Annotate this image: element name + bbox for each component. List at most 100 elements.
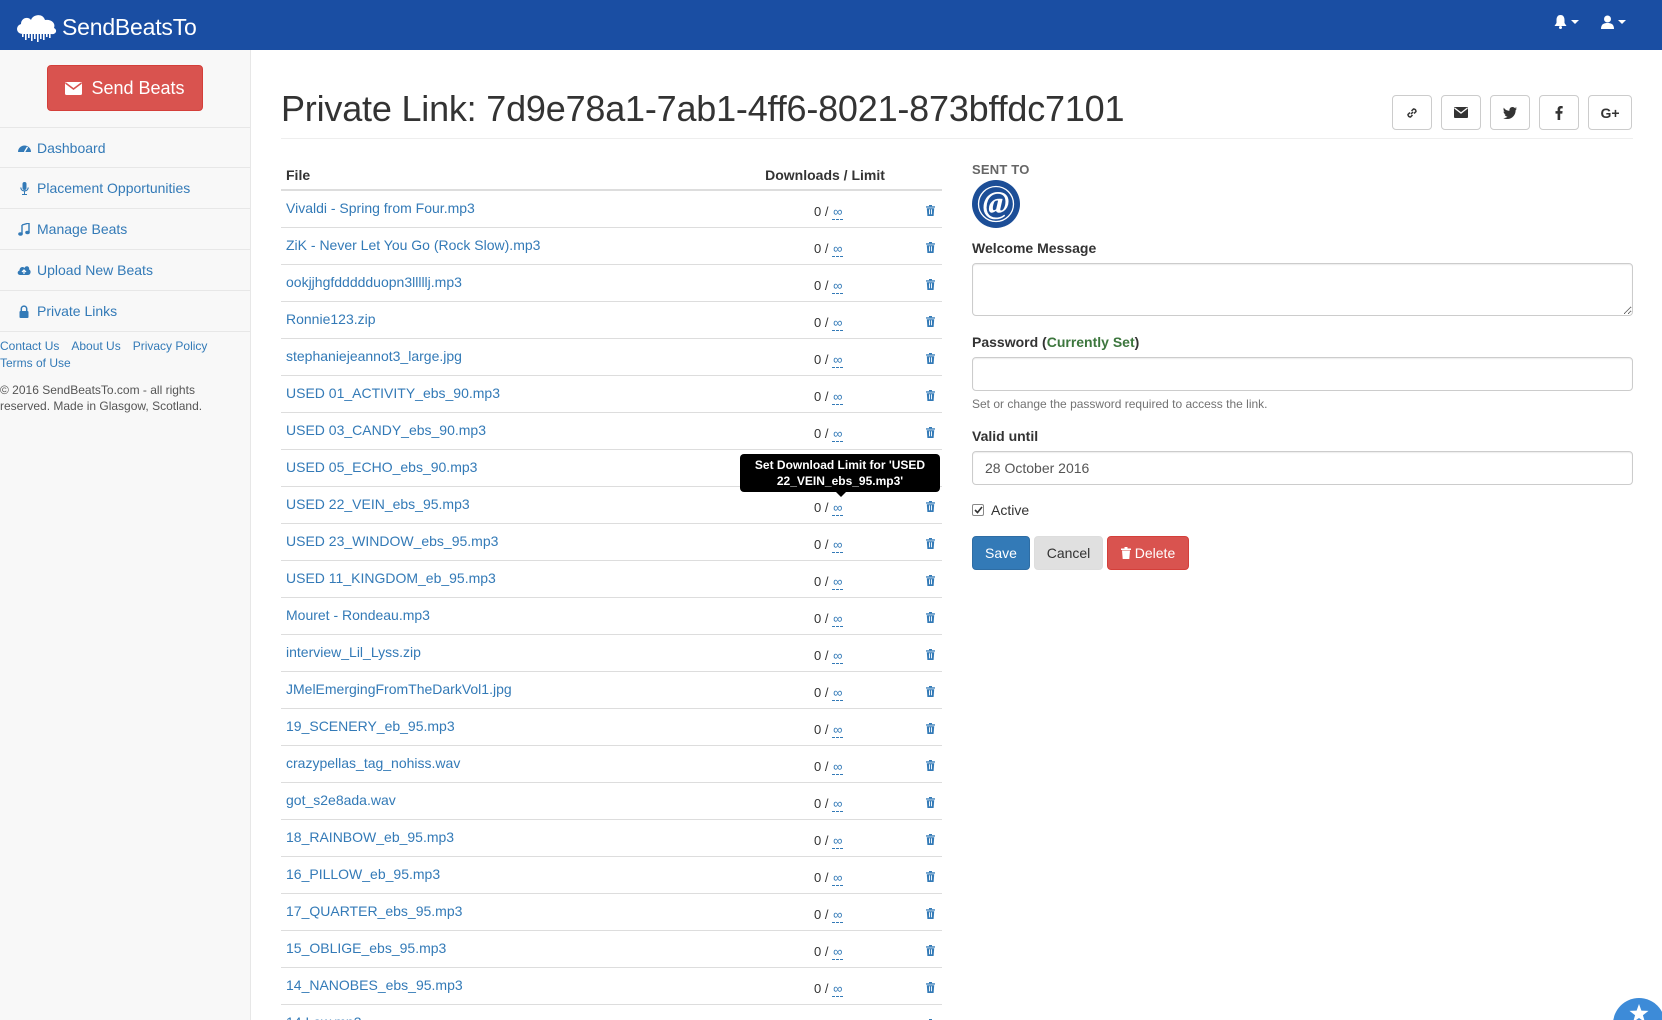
copy-link-button[interactable] [1392,95,1432,130]
download-limit-editable[interactable]: ∞ [832,907,844,923]
share-google-plus-button[interactable]: G+ [1588,95,1632,130]
save-button[interactable]: Save [972,536,1030,570]
at-sign-icon: @ [977,184,1015,223]
file-link[interactable]: USED 03_CANDY_ebs_90.mp3 [286,422,486,438]
download-limit-editable[interactable]: ∞ [832,278,844,294]
trash-icon[interactable] [926,832,935,848]
active-checkbox[interactable] [972,504,984,516]
download-limit-editable[interactable]: ∞ [832,204,844,220]
download-limit-editable[interactable]: ∞ [832,648,844,664]
download-limit-editable[interactable]: ∞ [832,352,844,368]
file-link[interactable]: crazypellas_tag_nohiss.wav [286,755,460,771]
download-limit-editable[interactable]: ∞ [832,426,844,442]
file-link[interactable]: 18_RAINBOW_eb_95.mp3 [286,829,454,845]
download-count: 0 [814,796,822,811]
trash-icon[interactable] [926,943,935,959]
file-link[interactable]: Ronnie123.zip [286,311,376,327]
download-limit-editable[interactable]: ∞ [832,759,844,775]
file-link[interactable]: JMelEmergingFromTheDarkVol1.jpg [286,681,512,697]
feedback-star-button[interactable] [1613,998,1662,1020]
trash-icon[interactable] [926,758,935,774]
top-navbar: SendBeatsTo [0,0,1662,50]
file-link[interactable]: 17_QUARTER_ebs_95.mp3 [286,903,462,919]
sidebar-item-placement-opportunities[interactable]: Placement Opportunities [0,168,250,209]
file-link[interactable]: 15_OBLIGE_ebs_95.mp3 [286,940,446,956]
file-link[interactable]: 16_PILLOW_eb_95.mp3 [286,866,440,882]
share-twitter-button[interactable] [1490,95,1530,130]
file-link[interactable]: USED 05_ECHO_ebs_90.mp3 [286,459,477,475]
sidebar-item-manage-beats[interactable]: Manage Beats [0,209,250,250]
sidebar-item-private-links[interactable]: Private Links [0,291,250,332]
trash-icon[interactable] [926,647,935,663]
file-link[interactable]: USED 23_WINDOW_ebs_95.mp3 [286,533,498,549]
file-link[interactable]: ookjjhgfddddduopn3lllllj.mp3 [286,274,462,290]
contact-us-link[interactable]: Contact Us [0,339,59,353]
share-email-button[interactable] [1441,95,1481,130]
trash-icon[interactable] [926,314,935,330]
download-limit-editable[interactable]: ∞ [832,611,844,627]
trash-icon[interactable] [926,203,935,219]
download-limit-editable[interactable]: ∞ [832,722,844,738]
download-limit-editable[interactable]: ∞ [832,241,844,257]
trash-icon[interactable] [926,351,935,367]
file-link[interactable]: interview_Lil_Lyss.zip [286,644,421,660]
file-link[interactable]: Vivaldi - Spring from Four.mp3 [286,200,475,216]
trash-icon[interactable] [926,499,935,515]
file-link[interactable]: USED 11_KINGDOM_eb_95.mp3 [286,570,496,586]
download-limit-editable[interactable]: ∞ [832,500,844,516]
cancel-button[interactable]: Cancel [1034,536,1103,570]
privacy-policy-link[interactable]: Privacy Policy [133,339,208,353]
file-link[interactable]: stephaniejeannot3_large.jpg [286,348,462,364]
download-limit-editable[interactable]: ∞ [832,685,844,701]
file-link[interactable]: Mouret - Rondeau.mp3 [286,607,430,623]
download-limit-editable[interactable]: ∞ [832,981,844,997]
delete-button[interactable]: Delete [1107,536,1189,570]
download-limit-editable[interactable]: ∞ [832,870,844,886]
trash-icon[interactable] [926,795,935,811]
link-icon [1407,107,1417,118]
download-limit-editable[interactable]: ∞ [832,315,844,331]
send-beats-button[interactable]: Send Beats [47,65,203,111]
valid-until-label: Valid until [972,428,1039,444]
share-facebook-button[interactable] [1539,95,1579,130]
terms-of-use-link[interactable]: Terms of Use [0,356,71,370]
file-link[interactable]: USED 01_ACTIVITY_ebs_90.mp3 [286,385,500,401]
file-link[interactable]: 19_SCENERY_eb_95.mp3 [286,718,455,734]
google-plus-icon: G+ [1600,104,1620,121]
file-link[interactable]: ZiK - Never Let You Go (Rock Slow).mp3 [286,237,540,253]
trash-icon[interactable] [926,684,935,700]
download-limit-editable[interactable]: ∞ [832,944,844,960]
brand-logo[interactable]: SendBeatsTo [14,12,197,42]
cloud-logo-icon [17,15,57,42]
file-link[interactable]: USED 22_VEIN_ebs_95.mp3 [286,496,470,512]
welcome-message-textarea[interactable] [972,263,1633,316]
trash-icon[interactable] [926,425,935,441]
trash-icon[interactable] [926,240,935,256]
trash-icon[interactable] [926,906,935,922]
table-row: USED 23_WINDOW_ebs_95.mp3 0 / ∞ [281,524,942,561]
valid-until-field[interactable] [972,451,1633,485]
password-field[interactable] [972,357,1633,391]
file-link[interactable]: 14 Low.mp3 [286,1014,362,1020]
trash-icon[interactable] [926,536,935,552]
file-link[interactable]: 14_NANOBES_ebs_95.mp3 [286,977,463,993]
trash-icon[interactable] [926,721,935,737]
trash-icon[interactable] [926,277,935,293]
trash-icon[interactable] [926,610,935,626]
trash-icon[interactable] [926,869,935,885]
download-limit-editable[interactable]: ∞ [832,389,844,405]
about-us-link[interactable]: About Us [71,339,120,353]
table-row: Vivaldi - Spring from Four.mp3 0 / ∞ [281,191,942,228]
notifications-dropdown[interactable] [1554,15,1579,29]
trash-icon[interactable] [926,980,935,996]
user-menu-dropdown[interactable] [1601,15,1626,29]
sidebar-item-dashboard[interactable]: Dashboard [0,127,250,168]
download-limit-editable[interactable]: ∞ [832,574,844,590]
trash-icon[interactable] [926,573,935,589]
download-limit-editable[interactable]: ∞ [832,833,844,849]
download-limit-editable[interactable]: ∞ [832,537,844,553]
sidebar-item-upload-new-beats[interactable]: Upload New Beats [0,250,250,291]
trash-icon[interactable] [926,388,935,404]
download-limit-editable[interactable]: ∞ [832,796,844,812]
file-link[interactable]: got_s2e8ada.wav [286,792,396,808]
